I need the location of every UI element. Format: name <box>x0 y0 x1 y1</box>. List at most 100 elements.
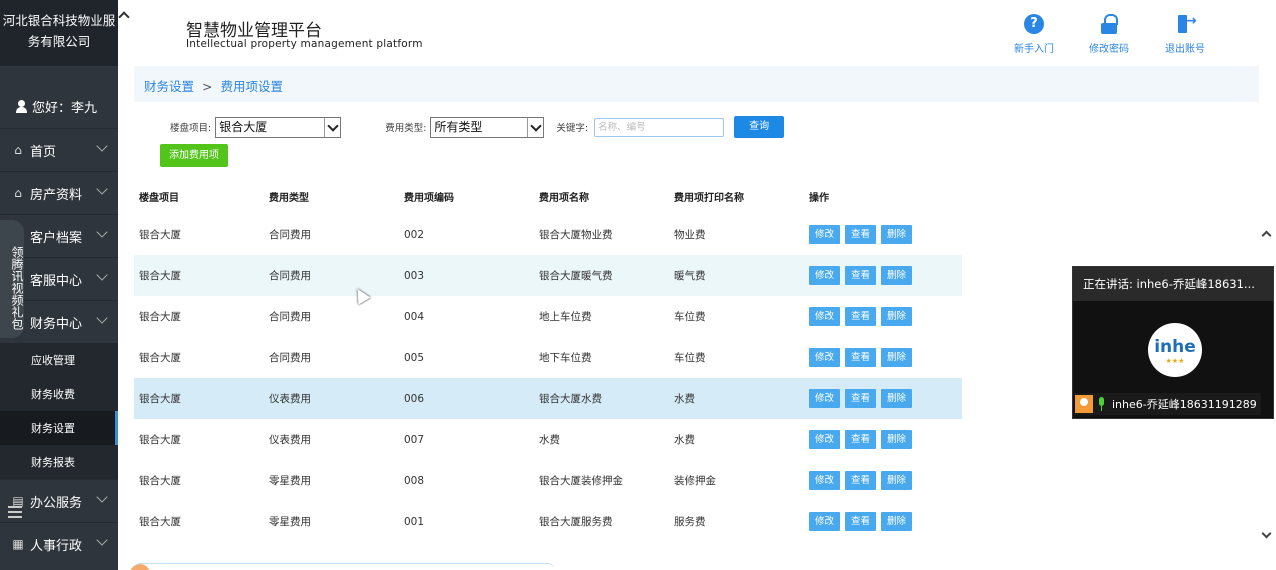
logout-icon <box>1175 13 1197 34</box>
cell-print-name: 车位费 <box>674 352 706 364</box>
breadcrumb-parent[interactable]: 财务设置 <box>144 79 194 94</box>
property-select-value: 银合大厦 <box>219 119 268 134</box>
sidebar-bottom-item-1[interactable]: ▦ 人事行政 <box>0 522 118 565</box>
filter-bar: 楼盘项目: 银合大厦 费用类型: 所有类型 关键字: 名称、编号 查询 <box>170 116 785 138</box>
fee-type-label: 费用类型: <box>385 123 427 134</box>
chevron-down-icon <box>96 491 108 503</box>
cell-code: 008 <box>404 474 425 487</box>
cell-type: 合同费用 <box>269 311 311 323</box>
sidebar-item-1[interactable]: ⌂ 房产资料 <box>0 171 118 214</box>
edit-button[interactable]: 修改 <box>809 348 840 367</box>
table-row[interactable]: 银合大厦 合同费用 002 银合大厦物业费 物业费 修改 查看 删除 <box>134 214 962 255</box>
property-select[interactable]: 银合大厦 <box>215 116 342 138</box>
delete-button[interactable]: 删除 <box>881 225 912 244</box>
call-speaking-status: 正在讲话: inhe6-乔延峰18631... <box>1073 267 1273 301</box>
delete-button[interactable]: 删除 <box>881 471 912 490</box>
logout-button[interactable]: 退出账号 <box>1155 13 1215 55</box>
col-header-actions: 操作 <box>809 192 829 204</box>
edit-button[interactable]: 修改 <box>809 430 840 449</box>
cell-type: 仪表费用 <box>269 378 404 419</box>
table-row[interactable]: 银合大厦 仪表费用 006 银合大厦水费 水费 修改 查看 删除 <box>134 378 962 419</box>
sidebar-subitem-label: 财务收费 <box>31 388 75 401</box>
view-button[interactable]: 查看 <box>845 348 876 367</box>
change-password-button[interactable]: 修改密码 <box>1079 14 1139 55</box>
tencent-video-ad-tab[interactable]: 领腾讯视频礼包 <box>0 220 24 338</box>
table-row[interactable]: 银合大厦 零星费用 008 银合大厦装修押金 装修押金 修改 查看 删除 <box>134 460 962 501</box>
sidebar-subitem-0[interactable]: 应收管理 <box>0 343 118 377</box>
cell-print-name: 车位费 <box>674 311 706 323</box>
col-header-print-name: 费用项打印名称 <box>674 192 744 204</box>
sidebar-item-0[interactable]: ⌂ 首页 <box>0 128 118 171</box>
property-label: 楼盘项目: <box>170 123 212 134</box>
chevron-down-icon <box>96 183 108 195</box>
sidebar-subitem-1[interactable]: 财务收费 <box>0 377 118 411</box>
sidebar-subitem-3[interactable]: 财务报表 <box>0 445 118 479</box>
view-button[interactable]: 查看 <box>845 225 876 244</box>
cell-actions: 修改 查看 删除 <box>809 460 962 501</box>
table-row[interactable]: 银合大厦 合同费用 003 银合大厦暖气费 暖气费 修改 查看 删除 <box>134 255 962 296</box>
add-fee-item-button[interactable]: 添加费用项 <box>160 144 228 167</box>
fee-items-table: 楼盘项目 费用类型 费用项编码 费用项名称 费用项打印名称 操作 银合大厦 合同费… <box>134 178 962 542</box>
col-header-project: 楼盘项目 <box>139 192 179 204</box>
cell-print-name: 水费 <box>674 378 809 419</box>
edit-button[interactable]: 修改 <box>809 307 840 326</box>
cell-project: 银合大厦 <box>134 378 269 419</box>
table-row[interactable]: 银合大厦 仪表费用 007 水费 水费 修改 查看 删除 <box>134 419 962 460</box>
delete-button[interactable]: 删除 <box>881 512 912 531</box>
view-button[interactable]: 查看 <box>845 471 876 490</box>
header: 智慧物业管理平台 Intellectual property managemen… <box>134 0 1276 66</box>
menu-icon[interactable] <box>8 506 22 521</box>
col-header-code: 费用项编码 <box>404 192 454 204</box>
sidebar-subitem-label: 财务报表 <box>31 456 75 469</box>
chevron-down-icon <box>96 269 108 281</box>
delete-button[interactable]: 删除 <box>881 389 912 408</box>
sidebar-item-label: 财务中心 <box>30 316 83 332</box>
cell-project: 银合大厦 <box>139 311 181 323</box>
cell-actions: 修改 查看 删除 <box>809 255 962 296</box>
sidebar-item-label: 客服中心 <box>30 273 83 289</box>
cell-type: 合同费用 <box>269 229 311 241</box>
voice-call-popup[interactable]: 正在讲话: inhe6-乔延峰18631... inhe ★★★ inhe6-乔… <box>1072 266 1274 419</box>
table-row[interactable]: 银合大厦 零星费用 001 银合大厦服务费 服务费 修改 查看 删除 <box>134 501 962 542</box>
microphone-icon <box>1097 397 1106 411</box>
delete-button[interactable]: 删除 <box>881 430 912 449</box>
edit-button[interactable]: 修改 <box>809 225 840 244</box>
delete-button[interactable]: 删除 <box>881 307 912 326</box>
edit-button[interactable]: 修改 <box>809 512 840 531</box>
cell-code: 004 <box>404 310 425 323</box>
view-button[interactable]: 查看 <box>845 389 876 408</box>
cell-project: 银合大厦 <box>134 255 269 296</box>
table-row[interactable]: 银合大厦 合同费用 004 地上车位费 车位费 修改 查看 删除 <box>134 296 962 337</box>
view-button[interactable]: 查看 <box>845 512 876 531</box>
cell-project: 银合大厦 <box>139 434 181 446</box>
help-button[interactable]: ? 新手入门 <box>1004 14 1064 55</box>
keyword-label: 关键字: <box>556 123 589 134</box>
cell-actions: 修改 查看 删除 <box>809 378 962 419</box>
cell-type: 合同费用 <box>269 255 404 296</box>
delete-button[interactable]: 删除 <box>881 348 912 367</box>
view-button[interactable]: 查看 <box>845 307 876 326</box>
cell-actions: 修改 查看 删除 <box>809 296 962 337</box>
edit-button[interactable]: 修改 <box>809 266 840 285</box>
scroll-up-icon[interactable] <box>1261 230 1272 241</box>
cell-type: 零星费用 <box>269 475 311 487</box>
left-scroll-gutter <box>118 0 134 570</box>
col-header-fee-type: 费用类型 <box>269 192 309 204</box>
sidebar-subitem-2[interactable]: 财务设置 <box>0 411 118 445</box>
query-button[interactable]: 查询 <box>734 116 785 138</box>
help-label: 新手入门 <box>1014 44 1054 55</box>
keyword-input[interactable]: 名称、编号 <box>594 117 725 137</box>
help-icon: ? <box>1024 14 1044 34</box>
edit-button[interactable]: 修改 <box>809 389 840 408</box>
bottom-input-bar[interactable] <box>134 563 554 570</box>
table-row[interactable]: 银合大厦 合同费用 005 地下车位费 车位费 修改 查看 删除 <box>134 337 962 378</box>
view-button[interactable]: 查看 <box>845 266 876 285</box>
caller-name: inhe6-乔延峰18631191289 <box>1112 398 1257 411</box>
edit-button[interactable]: 修改 <box>809 471 840 490</box>
delete-button[interactable]: 删除 <box>881 266 912 285</box>
cell-name: 银合大厦物业费 <box>539 229 613 241</box>
cell-print-name: 水费 <box>674 434 695 446</box>
fee-type-select[interactable]: 所有类型 <box>430 116 545 138</box>
view-button[interactable]: 查看 <box>845 430 876 449</box>
scroll-down-icon[interactable] <box>1261 528 1272 539</box>
